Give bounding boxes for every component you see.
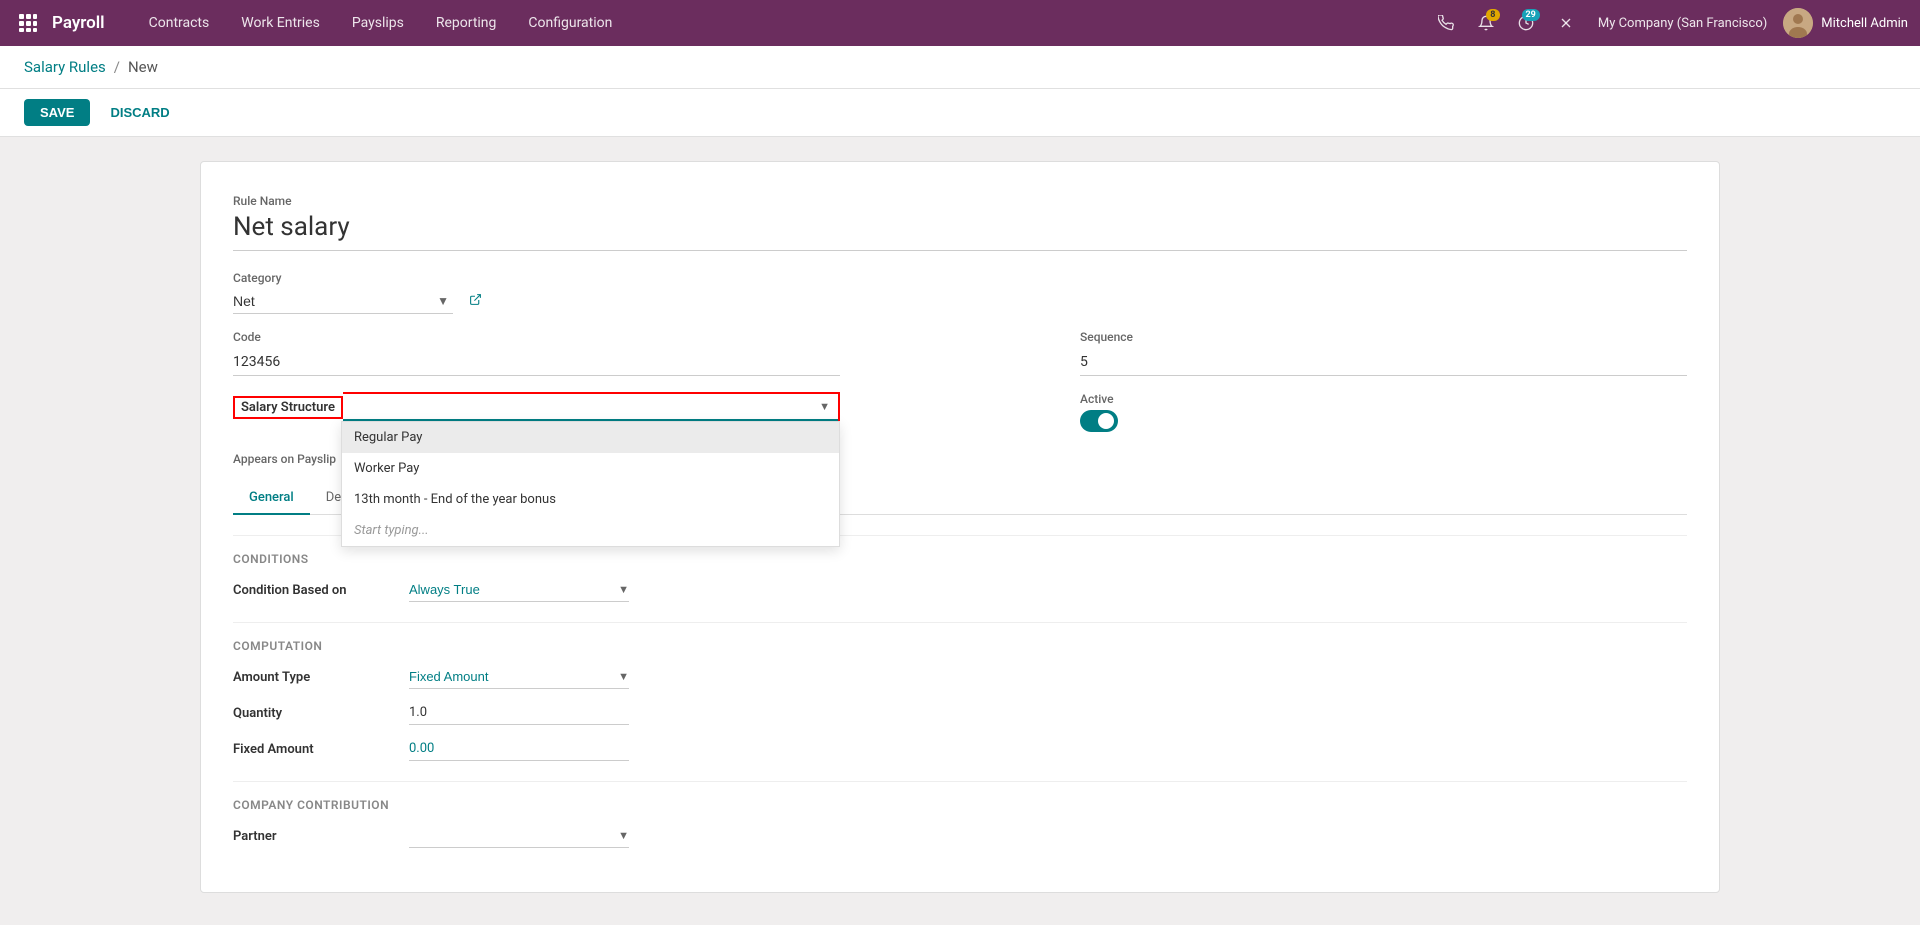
fixed-amount-value: 0.00 [409,737,629,761]
divider-2 [233,622,1687,623]
quantity-value: 1.0 [409,701,629,725]
tab-general[interactable]: General [233,482,310,515]
notifications-icon[interactable]: 8 [1470,7,1502,39]
dropdown-item-worker-pay[interactable]: Worker Pay [342,453,839,484]
clock-badge: 29 [1522,9,1540,21]
salary-structure-dropdown-arrow[interactable]: ▼ [811,400,838,413]
rule-name-label: Rule Name [233,194,1687,208]
fixed-amount-row: Fixed Amount 0.00 [233,737,1687,761]
company-name[interactable]: My Company (San Francisco) [1598,16,1767,31]
category-label: Category [233,271,1687,285]
active-field: Active ✓ [1080,392,1687,436]
conditions-section: Conditions Condition Based on Always Tru… [233,552,1687,602]
active-label: Active [1080,392,1687,406]
nav-configuration[interactable]: Configuration [512,0,628,46]
sequence-field: Sequence 5 [1080,330,1687,376]
salary-structure-input[interactable] [343,394,811,419]
avatar[interactable] [1783,8,1813,38]
form-card: Rule Name Net salary Category Net ▼ [200,161,1720,893]
breadcrumb-separator: / [114,58,120,76]
user-name[interactable]: Mitchell Admin [1821,16,1908,31]
condition-select-arrow: ▼ [618,583,629,596]
salary-structure-label: Salary Structure [233,396,343,419]
amount-type-select-wrapper: Fixed Amount ▼ [409,665,629,689]
salary-structure-dropdown-list: Regular Pay Worker Pay 13th month - End … [341,421,840,547]
partner-label: Partner [233,829,393,844]
nav-work-entries[interactable]: Work Entries [225,0,336,46]
category-select-arrow: ▼ [437,294,449,308]
app-logo[interactable]: Payroll [52,13,105,33]
clock-icon[interactable]: 29 [1510,7,1542,39]
nav-payslips[interactable]: Payslips [336,0,420,46]
sequence-label: Sequence [1080,330,1687,344]
quantity-label: Quantity [233,706,393,721]
nav-contracts[interactable]: Contracts [133,0,226,46]
nav-reporting[interactable]: Reporting [420,0,513,46]
dropdown-item-13th-month[interactable]: 13th month - End of the year bonus [342,484,839,515]
amount-type-arrow: ▼ [618,670,629,683]
computation-section: Computation Amount Type Fixed Amount ▼ Q… [233,639,1687,761]
category-select-wrapper: Net ▼ [233,289,453,314]
amount-type-select[interactable]: Fixed Amount [409,665,614,688]
category-field: Category Net ▼ [233,271,1687,314]
dropdown-item-regular-pay[interactable]: Regular Pay [342,422,839,453]
grid-menu-icon[interactable] [12,7,44,39]
partner-select-wrapper: ▼ [409,824,629,848]
code-label: Code [233,330,840,344]
salary-structure-container: Salary Structure ▼ Regular Pay Worker Pa… [233,392,840,425]
partner-row: Partner ▼ [233,824,1687,848]
partner-select[interactable] [409,824,614,847]
conditions-header: Conditions [233,552,1687,566]
code-field: Code 123456 [233,330,840,376]
condition-based-on-select[interactable]: Always True [409,578,614,601]
company-contribution-section: Company Contribution Partner ▼ [233,798,1687,848]
breadcrumb-current: New [128,58,158,76]
rule-name-value: Net salary [233,212,1687,251]
breadcrumb: Salary Rules / New [0,46,1920,89]
active-toggle[interactable]: ✓ [1080,410,1118,432]
navbar: Payroll Contracts Work Entries Payslips … [0,0,1920,46]
category-select[interactable]: Net [233,289,433,313]
notification-badge: 8 [1486,9,1500,21]
computation-header: Computation [233,639,1687,653]
company-contribution-header: Company Contribution [233,798,1687,812]
close-icon[interactable] [1550,7,1582,39]
amount-type-label: Amount Type [233,670,393,685]
main-content: Rule Name Net salary Category Net ▼ [0,137,1920,917]
condition-based-on-row: Condition Based on Always True ▼ [233,578,1687,602]
code-value: 123456 [233,348,840,376]
sequence-value: 5 [1080,348,1687,376]
category-external-link-icon[interactable] [469,293,482,310]
phone-icon[interactable] [1430,7,1462,39]
divider-3 [233,781,1687,782]
navbar-right: 8 29 My Company (San Francisco) Mitchell… [1430,7,1908,39]
breadcrumb-parent[interactable]: Salary Rules [24,58,106,76]
save-button[interactable]: SAVE [24,99,90,126]
quantity-row: Quantity 1.0 [233,701,1687,725]
navbar-menu: Contracts Work Entries Payslips Reportin… [133,0,1430,46]
amount-type-row: Amount Type Fixed Amount ▼ [233,665,1687,689]
fixed-amount-label: Fixed Amount [233,742,393,757]
action-bar: SAVE DISCARD [0,89,1920,137]
condition-based-on-label: Condition Based on [233,583,393,598]
rule-name-field: Rule Name Net salary [233,194,1687,251]
salary-structure-dropdown-wrapper: ▼ Regular Pay Worker Pay 13th month - En… [343,392,840,423]
toggle-checkmark: ✓ [1104,416,1112,427]
condition-based-on-select-wrapper: Always True ▼ [409,578,629,602]
dropdown-item-start-typing[interactable]: Start typing... [342,515,839,546]
partner-arrow: ▼ [618,829,629,842]
discard-button[interactable]: DISCARD [102,99,177,126]
